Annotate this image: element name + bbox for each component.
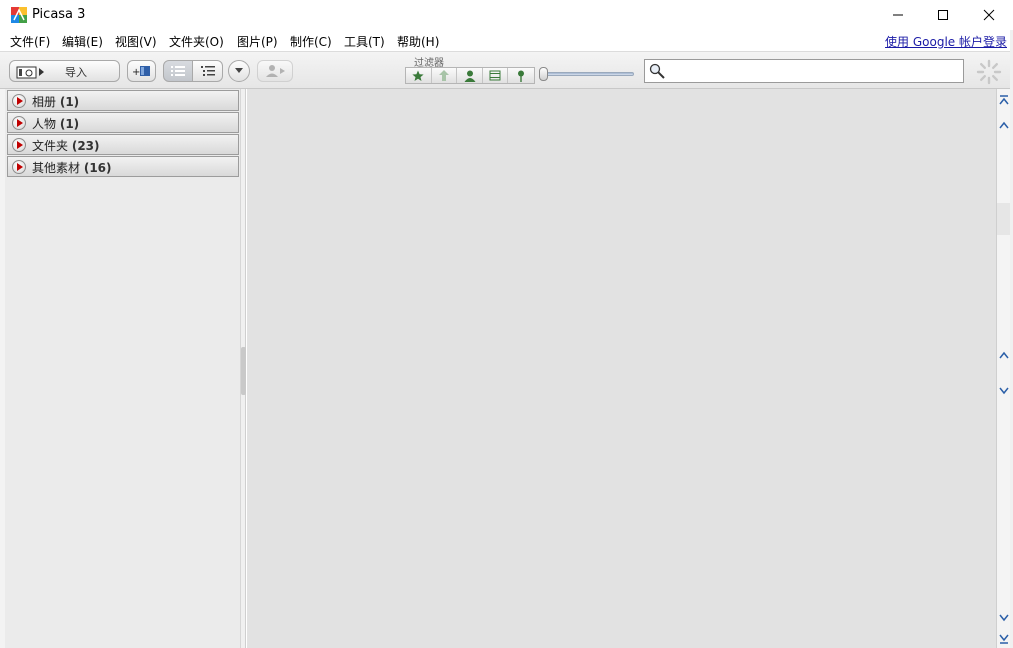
chevron-down-icon (998, 614, 1009, 622)
scroll-bottom-button[interactable] (997, 628, 1010, 648)
expand-arrow-icon[interactable] (12, 138, 26, 152)
thumbnail-size-slider-track[interactable] (545, 72, 634, 76)
library-panel: 相册 (1) 人物 (1) 文件夹 (23) 其他素材 (16) (5, 89, 240, 648)
splitter-grip[interactable] (241, 347, 246, 395)
movie-icon (489, 70, 501, 81)
library-view[interactable] (247, 89, 996, 648)
menu-create[interactable]: 制作(C) (290, 33, 332, 50)
list-view-icon (171, 66, 185, 76)
map-pin-icon (518, 70, 525, 82)
menu-view[interactable]: 视图(V) (115, 33, 157, 50)
category-count: (1) (59, 95, 80, 109)
star-icon (412, 70, 424, 81)
chevron-down-double-icon (998, 634, 1009, 644)
view-tree-button[interactable] (193, 60, 223, 82)
category-count: (23) (71, 139, 100, 153)
maximize-button[interactable] (920, 0, 966, 30)
minimize-button[interactable] (875, 0, 921, 30)
import-button[interactable]: 导入 (9, 60, 120, 82)
menu-help[interactable]: 帮助(H) (397, 33, 439, 50)
add-album-button[interactable]: + (127, 60, 156, 82)
chevron-down-icon (998, 387, 1009, 395)
maximize-icon (938, 10, 948, 20)
scroll-page-down-button[interactable] (997, 608, 1010, 628)
category-albums[interactable]: 相册 (1) (7, 90, 239, 111)
add-album-icon: + (132, 66, 150, 77)
google-login-link[interactable]: 使用 Google 帐户登录 (885, 33, 1007, 50)
minimize-icon (893, 14, 903, 16)
scroll-up-button[interactable] (997, 345, 1010, 365)
filter-uploaded-button[interactable] (432, 68, 458, 83)
category-name: 其他素材 (32, 161, 81, 175)
close-button[interactable] (966, 0, 1012, 30)
scroll-thumb[interactable] (997, 203, 1010, 235)
camera-import-icon (16, 66, 44, 79)
loading-spinner-icon (976, 59, 1002, 85)
search-box (644, 59, 964, 83)
expand-arrow-icon[interactable] (12, 160, 26, 174)
tree-view-icon (200, 66, 215, 76)
chevron-up-icon (998, 121, 1009, 129)
chevron-up-icon (998, 351, 1009, 359)
filter-group (405, 67, 535, 84)
view-list-button[interactable] (163, 60, 193, 82)
scroll-page-up-button[interactable] (997, 115, 1010, 135)
search-icon (649, 63, 665, 79)
menu-file[interactable]: 文件(F) (10, 33, 50, 50)
category-name: 人物 (32, 117, 57, 131)
filter-videos-button[interactable] (483, 68, 509, 83)
person-icon (464, 70, 476, 82)
panel-splitter[interactable] (240, 89, 246, 648)
chevron-down-icon (235, 68, 243, 73)
import-label: 导入 (65, 66, 87, 79)
search-input[interactable] (667, 62, 959, 80)
category-count: (1) (59, 117, 80, 131)
category-other[interactable]: 其他素材 (16) (7, 156, 239, 177)
window-title: Picasa 3 (32, 7, 86, 22)
category-folders[interactable]: 文件夹 (23) (7, 134, 239, 155)
menu-edit[interactable]: 编辑(E) (62, 33, 103, 50)
filter-geotagged-button[interactable] (508, 68, 534, 83)
category-name: 文件夹 (32, 139, 69, 153)
view-options-dropdown[interactable] (228, 60, 250, 82)
svg-text:+: + (132, 67, 140, 77)
expand-arrow-icon[interactable] (12, 116, 26, 130)
category-name: 相册 (32, 95, 57, 109)
upload-icon (438, 70, 449, 81)
category-count: (16) (83, 161, 112, 175)
thumbnail-size-slider-handle[interactable] (539, 67, 548, 81)
filter-faces-button[interactable] (457, 68, 483, 83)
menu-picture[interactable]: 图片(P) (237, 33, 278, 50)
menu-folder[interactable]: 文件夹(O) (169, 33, 224, 50)
title-bar: Picasa 3 (0, 0, 1013, 30)
library-scrollbar[interactable] (996, 89, 1010, 648)
close-icon (983, 9, 995, 21)
chevron-up-double-icon (998, 95, 1009, 105)
menu-bar: 文件(F) 编辑(E) 视图(V) 文件夹(O) 图片(P) 制作(C) 工具(… (0, 30, 1013, 51)
expand-arrow-icon[interactable] (12, 94, 26, 108)
category-people[interactable]: 人物 (1) (7, 112, 239, 133)
filter-starred-button[interactable] (406, 68, 432, 83)
share-people-icon (266, 65, 285, 77)
menu-tools[interactable]: 工具(T) (344, 33, 385, 50)
scroll-down-button[interactable] (997, 381, 1010, 401)
toolbar: 导入 + 过滤器 (0, 51, 1013, 89)
scroll-top-button[interactable] (997, 91, 1010, 111)
picasa-logo-icon (11, 7, 27, 23)
share-button[interactable] (257, 60, 293, 82)
